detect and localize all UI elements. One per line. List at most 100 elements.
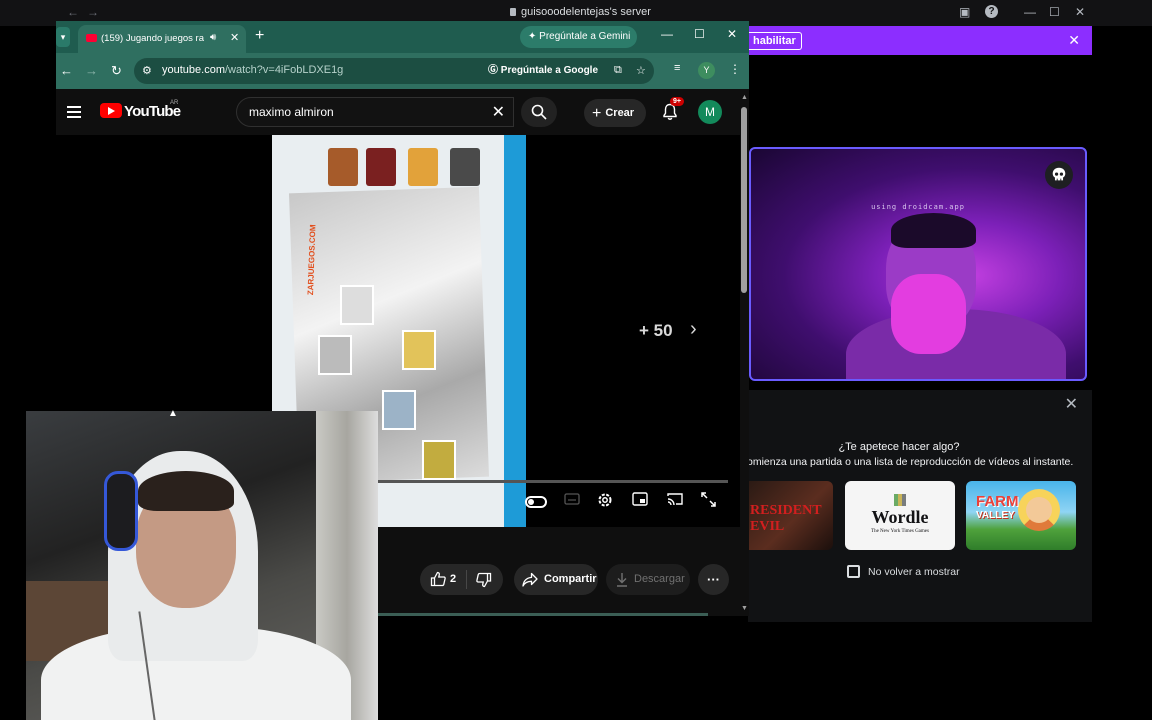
horizontal-scrollbar[interactable] bbox=[378, 613, 708, 616]
url-host: youtube.com bbox=[162, 64, 225, 76]
bell-icon[interactable] bbox=[662, 103, 678, 126]
back-icon[interactable]: ← bbox=[60, 63, 73, 78]
media-control-icon[interactable]: ≡ bbox=[674, 62, 680, 74]
youtube-logo-icon[interactable] bbox=[100, 103, 122, 118]
progress-bar[interactable] bbox=[378, 480, 728, 483]
search-input[interactable]: maximo almiron bbox=[249, 105, 334, 119]
notice-close-icon[interactable]: ✕ bbox=[1068, 32, 1080, 49]
profile-avatar[interactable]: Y bbox=[698, 62, 715, 79]
game-title: Wordle bbox=[871, 507, 929, 527]
create-button[interactable]: + Crear bbox=[584, 99, 646, 127]
server-title-text: guisooodelentejas's server bbox=[521, 6, 651, 18]
autoplay-toggle[interactable] bbox=[525, 496, 547, 508]
minimize-icon[interactable]: — bbox=[661, 27, 673, 41]
settings-gear-icon[interactable] bbox=[597, 492, 613, 513]
game-title: RESIDENT EVIL bbox=[750, 503, 822, 534]
site-info-icon[interactable]: ⚙ bbox=[142, 64, 152, 77]
farm-character bbox=[1018, 489, 1060, 531]
ask-google-button[interactable]: Ⓖ Pregúntale a Google bbox=[488, 61, 598, 81]
chrome-menu-icon[interactable]: ⋮ bbox=[729, 62, 741, 76]
minimize-icon[interactable]: — bbox=[1024, 5, 1036, 19]
forward-icon[interactable]: → bbox=[85, 63, 98, 78]
page-scrollbar[interactable]: ▲ ▼ bbox=[740, 93, 749, 616]
download-label: Descargar bbox=[634, 573, 685, 585]
download-button[interactable]: Descargar bbox=[606, 564, 690, 595]
url-path: /watch?v=4iFobLDXE1g bbox=[224, 64, 344, 76]
thumbnail bbox=[408, 148, 438, 186]
tab-youtube[interactable]: (159) Jugando juegos raros 🔊︎ ✕ bbox=[78, 25, 246, 53]
tab-close-icon[interactable]: ✕ bbox=[230, 31, 239, 44]
maximize-icon[interactable]: ☐ bbox=[694, 27, 705, 41]
tab-title: (159) Jugando juegos raros bbox=[101, 33, 204, 44]
youtube-header: YouTube AR maximo almiron ✕ + Crear 9+ M bbox=[56, 89, 742, 135]
forward-arrow-icon[interactable]: → bbox=[87, 5, 99, 19]
like-button[interactable] bbox=[430, 571, 446, 592]
ask-google-label: Pregúntale a Google bbox=[500, 65, 599, 76]
account-avatar[interactable]: M bbox=[698, 100, 722, 124]
dislike-button[interactable] bbox=[476, 572, 492, 593]
share-label: Compartir bbox=[544, 573, 597, 585]
back-arrow-icon[interactable]: ← bbox=[67, 5, 79, 19]
reload-icon[interactable]: ↻ bbox=[111, 63, 122, 79]
game-subtitle: The New York Times Games bbox=[871, 529, 929, 534]
streamer-hand bbox=[891, 274, 966, 354]
activity-panel: ✕ ¿Te apetece hacer algo? omienza una pa… bbox=[747, 390, 1092, 622]
activity-subtitle: omienza una partida o una lista de repro… bbox=[747, 456, 1074, 468]
menu-icon[interactable] bbox=[67, 106, 81, 118]
wordle-grid-icon bbox=[894, 494, 906, 506]
download-icon bbox=[617, 573, 627, 587]
close-icon[interactable]: ✕ bbox=[1075, 5, 1085, 19]
person-hair bbox=[138, 471, 234, 511]
chevron-right-icon[interactable]: › bbox=[690, 318, 697, 341]
divider bbox=[466, 570, 467, 589]
audio-playing-icon[interactable]: 🔊︎ bbox=[210, 32, 216, 43]
skull-icon[interactable] bbox=[1045, 161, 1073, 189]
new-tab-icon[interactable]: + bbox=[255, 27, 264, 45]
search-button[interactable] bbox=[521, 97, 557, 127]
bookmark-star-icon[interactable]: ☆ bbox=[636, 64, 646, 77]
stream-watermark: using droidcam.app bbox=[871, 203, 965, 211]
fullscreen-icon[interactable] bbox=[701, 492, 716, 512]
share-button[interactable]: Compartir bbox=[514, 564, 598, 595]
more-actions-icon[interactable]: ··· bbox=[698, 564, 729, 595]
scroll-down-icon[interactable]: ▼ bbox=[741, 605, 748, 612]
game-subtitle: VALLEY bbox=[976, 510, 1015, 521]
search-box[interactable]: maximo almiron ✕ bbox=[236, 97, 514, 127]
tab-search-icon[interactable]: ▾ bbox=[56, 27, 70, 47]
activity-title: ¿Te apetece hacer algo? bbox=[838, 441, 960, 453]
miniplayer-icon[interactable] bbox=[632, 492, 648, 511]
enable-button[interactable]: habilitar bbox=[748, 32, 802, 50]
install-icon[interactable]: ⧉ bbox=[614, 64, 622, 77]
like-dislike-group: 2 bbox=[420, 564, 503, 595]
subtitles-icon[interactable] bbox=[564, 492, 580, 510]
create-label: Crear bbox=[605, 107, 635, 119]
scroll-thumb[interactable] bbox=[741, 107, 747, 293]
dont-show-again[interactable]: No volver a mostrar bbox=[847, 565, 960, 578]
game-title: FARM bbox=[976, 493, 1019, 510]
thumbs-up-icon bbox=[430, 571, 446, 587]
game-resident-evil[interactable]: RESIDENT EVIL bbox=[748, 481, 833, 550]
notice-bar: habilitar ✕ bbox=[748, 26, 1092, 55]
dont-show-label: No volver a mostrar bbox=[868, 565, 960, 578]
inbox-icon[interactable]: ▣ bbox=[959, 5, 970, 19]
stream-tile[interactable]: using droidcam.app bbox=[749, 147, 1087, 381]
photo-card bbox=[318, 335, 352, 375]
more-count[interactable]: + 50 bbox=[639, 321, 673, 341]
like-count: 2 bbox=[450, 573, 457, 585]
close-icon[interactable]: ✕ bbox=[727, 27, 737, 41]
tab-strip: ▾ (159) Jugando juegos raros 🔊︎ ✕ + ✦ Pr… bbox=[56, 21, 749, 53]
url-text[interactable]: youtube.com/watch?v=4iFobLDXE1g bbox=[162, 64, 343, 76]
cast-icon[interactable] bbox=[667, 492, 683, 511]
dont-show-checkbox[interactable] bbox=[847, 565, 860, 578]
maximize-icon[interactable]: ☐ bbox=[1049, 5, 1060, 19]
help-icon[interactable]: ? bbox=[985, 5, 998, 18]
game-wordle[interactable]: Wordle The New York Times Games bbox=[845, 481, 955, 550]
thumbnail bbox=[328, 148, 358, 186]
thumbs-down-icon bbox=[476, 572, 492, 588]
address-bar[interactable]: ⚙ youtube.com/watch?v=4iFobLDXE1g Ⓖ Preg… bbox=[134, 58, 654, 84]
scroll-up-icon[interactable]: ▲ bbox=[741, 94, 748, 101]
activity-close-icon[interactable]: ✕ bbox=[1065, 394, 1078, 414]
game-farm-valley[interactable]: FARM VALLEY bbox=[966, 481, 1076, 550]
clear-search-icon[interactable]: ✕ bbox=[492, 102, 505, 122]
gemini-button[interactable]: ✦ Pregúntale a Gemini bbox=[520, 26, 637, 48]
